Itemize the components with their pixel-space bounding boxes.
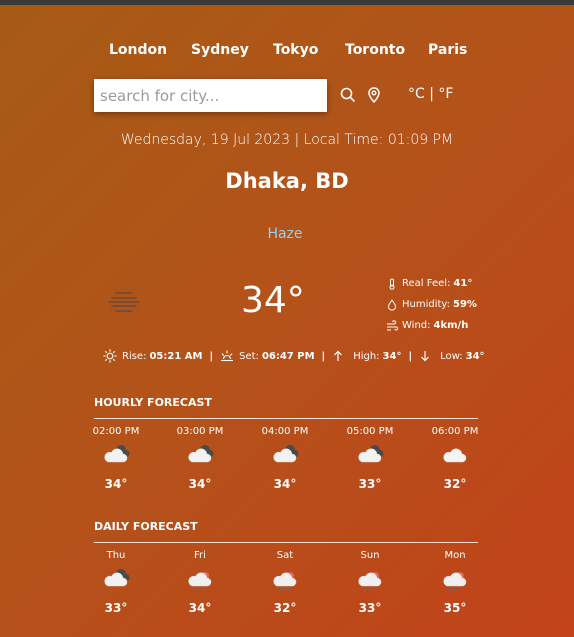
hourly-forecast-temp: 33° [358, 477, 382, 491]
divider [94, 418, 478, 419]
sunset-icon [221, 350, 234, 362]
search-input[interactable] [94, 79, 327, 112]
divider [94, 542, 478, 543]
low-value: 34° [465, 350, 485, 362]
celsius-button[interactable]: °C [408, 86, 425, 102]
cloud-dark-icon [273, 445, 299, 463]
wind-label: Wind: [402, 320, 431, 331]
hourly-forecast-temp: 34° [273, 477, 297, 491]
unit-toggle: °C | °F [408, 86, 453, 102]
cloud-icon [443, 448, 467, 463]
daily-forecast-temp: 34° [188, 601, 212, 615]
daily-forecast-item: Thu 33° [86, 550, 146, 615]
fahrenheit-button[interactable]: °F [438, 86, 453, 102]
humidity-row: Humidity: 59% [386, 294, 477, 315]
sunrise-label: Rise: [122, 350, 147, 362]
top-border [0, 0, 574, 5]
real-feel-row: Real Feel: 41° [386, 273, 477, 294]
cloud-dark-icon [104, 569, 130, 587]
daily-forecast-temp: 33° [358, 601, 382, 615]
daily-forecast-item: Sat 32° [255, 550, 315, 615]
separator: | [209, 350, 214, 362]
real-feel-value: 41° [453, 278, 473, 289]
hourly-forecast-temp: 34° [104, 477, 128, 491]
date-time: Wednesday, 19 Jul 2023 | Local Time: 01:… [120, 132, 454, 148]
cloud-dark-icon [104, 445, 130, 463]
haze-icon [108, 292, 140, 312]
city-link-toronto[interactable]: Toronto [345, 42, 405, 58]
daily-forecast-item: Sun 33° [340, 550, 400, 615]
high-label: High: [353, 350, 380, 362]
city-link-paris[interactable]: Paris [428, 42, 467, 58]
thermometer-icon [389, 278, 395, 290]
daily-forecast-title: DAILY FORECAST [94, 520, 198, 533]
sunrise-icon [103, 349, 117, 363]
daily-forecast-label: Sat [276, 550, 294, 561]
separator: | [321, 350, 326, 362]
daily-forecast-label: Fri [194, 550, 206, 561]
search-icon[interactable] [338, 85, 358, 105]
current-temperature: 34° [241, 280, 305, 321]
daily-forecast-temp: 33° [104, 601, 128, 615]
separator: | [408, 350, 413, 362]
city-link-tokyo[interactable]: Tokyo [273, 42, 318, 58]
hourly-forecast-item: 05:00 PM 33° [340, 426, 400, 491]
sunset-label: Set: [239, 350, 259, 362]
hourly-forecast-item: 03:00 PM 34° [170, 426, 230, 491]
hourly-forecast-label: 04:00 PM [261, 426, 309, 437]
wind-value: 4km/h [433, 320, 469, 331]
rain-cloud-icon [273, 572, 297, 592]
daily-forecast-temp: 35° [443, 601, 467, 615]
high-value: 34° [382, 350, 402, 362]
hourly-forecast-label: 06:00 PM [431, 426, 479, 437]
location-pin-icon[interactable] [364, 85, 384, 105]
cloud-dark-icon [358, 445, 384, 463]
rain-cloud-icon [188, 572, 212, 592]
low-label: Low: [440, 350, 463, 362]
wind-icon [387, 319, 398, 330]
weather-condition: Haze [267, 226, 303, 242]
hourly-forecast-temp: 34° [188, 477, 212, 491]
hourly-forecast-item: 04:00 PM 34° [255, 426, 315, 491]
location-title: Dhaka, BD [225, 169, 349, 193]
hourly-forecast-item: 06:00 PM 32° [425, 426, 485, 491]
daily-forecast-label: Thu [106, 550, 126, 561]
search-bar: °C | °F [94, 79, 484, 112]
droplet-icon [387, 298, 397, 311]
daily-forecast-temp: 32° [273, 601, 297, 615]
hourly-forecast-item: 02:00 PM 34° [86, 426, 146, 491]
hourly-forecast-label: 02:00 PM [92, 426, 140, 437]
humidity-label: Humidity: [402, 299, 450, 310]
real-feel-label: Real Feel: [402, 278, 451, 289]
daily-forecast-label: Sun [360, 550, 380, 561]
city-link-london[interactable]: London [109, 42, 167, 58]
hourly-forecast-label: 05:00 PM [346, 426, 394, 437]
weather-details: Real Feel: 41° Humidity: 59% Wind: 4km/h [386, 273, 477, 336]
rain-cloud-icon [358, 572, 382, 592]
sunrise-value: 05:21 AM [149, 350, 203, 362]
daily-forecast-label: Mon [444, 550, 466, 561]
humidity-value: 59% [452, 299, 477, 310]
city-link-sydney[interactable]: Sydney [191, 42, 249, 58]
hourly-forecast-label: 03:00 PM [176, 426, 224, 437]
cloud-dark-icon [188, 445, 214, 463]
arrow-up-icon [334, 350, 343, 361]
unit-separator: | [429, 86, 434, 102]
daily-forecast-item: Mon 35° [425, 550, 485, 615]
daily-forecast-item: Fri 34° [170, 550, 230, 615]
wind-row: Wind: 4km/h [386, 315, 477, 336]
rain-cloud-icon [443, 572, 467, 592]
hourly-forecast-title: HOURLY FORECAST [94, 396, 212, 409]
sun-info-row: Rise: 05:21 AM | Set: 06:47 PM | High: 3… [103, 349, 485, 363]
hourly-forecast-temp: 32° [443, 477, 467, 491]
sunset-value: 06:47 PM [261, 350, 315, 362]
arrow-down-icon [421, 351, 430, 362]
